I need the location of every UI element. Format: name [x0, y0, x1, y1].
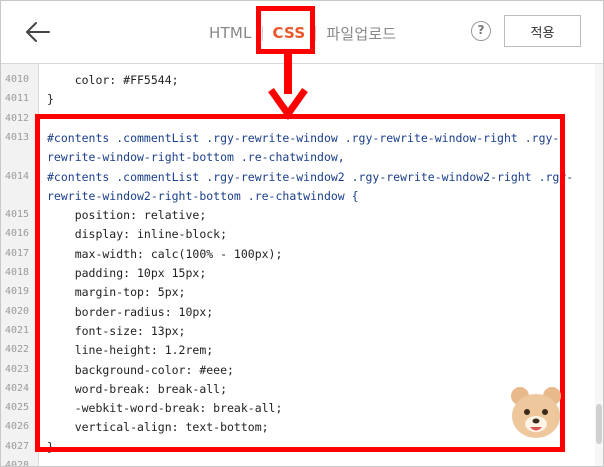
- scrollbar-thumb[interactable]: [596, 404, 602, 444]
- line-number: 4025: [5, 402, 30, 414]
- bear-mascot-icon: [511, 387, 561, 438]
- css-tab-highlight: [256, 6, 315, 54]
- line-number: 4012: [5, 112, 30, 124]
- line-number: 4022: [5, 344, 30, 356]
- line-number: 4024: [5, 382, 30, 394]
- line-number-gutter: 4010 4011 4012 4013 4014 4015 4016 4017 4018 4019…: [1, 64, 39, 466]
- line-number: 4018: [5, 267, 30, 278]
- line-number: 4028: [5, 460, 30, 466]
- line-number: 4015: [5, 209, 30, 221]
- line-number: 4017: [5, 247, 30, 259]
- line-number: 4016: [5, 228, 30, 240]
- apply-button[interactable]: 적용: [504, 15, 581, 47]
- code-line[interactable]: color: #FF5544;: [47, 73, 179, 87]
- code-line[interactable]: }: [47, 92, 54, 106]
- line-number: 4011: [5, 93, 30, 105]
- line-number: 4023: [5, 363, 30, 375]
- line-number: 4026: [5, 421, 30, 433]
- arrow-left-icon[interactable]: [23, 17, 53, 47]
- tab-html[interactable]: HTML: [209, 24, 252, 42]
- line-number: 4013: [5, 131, 30, 143]
- help-icon[interactable]: ?: [471, 21, 491, 41]
- tab-separator: [315, 25, 317, 41]
- arrow-down-icon: [268, 54, 308, 120]
- line-number: 4020: [5, 305, 30, 317]
- line-number: 4019: [5, 286, 30, 298]
- editor-scrollbar[interactable]: [595, 64, 603, 466]
- line-number: 4027: [5, 440, 30, 452]
- line-number: 4014: [5, 170, 30, 182]
- code-block-highlight: [35, 114, 565, 452]
- line-number: 4021: [5, 324, 30, 336]
- line-number: 4010: [5, 74, 30, 85]
- tab-file-upload[interactable]: 파일업로드: [326, 23, 396, 44]
